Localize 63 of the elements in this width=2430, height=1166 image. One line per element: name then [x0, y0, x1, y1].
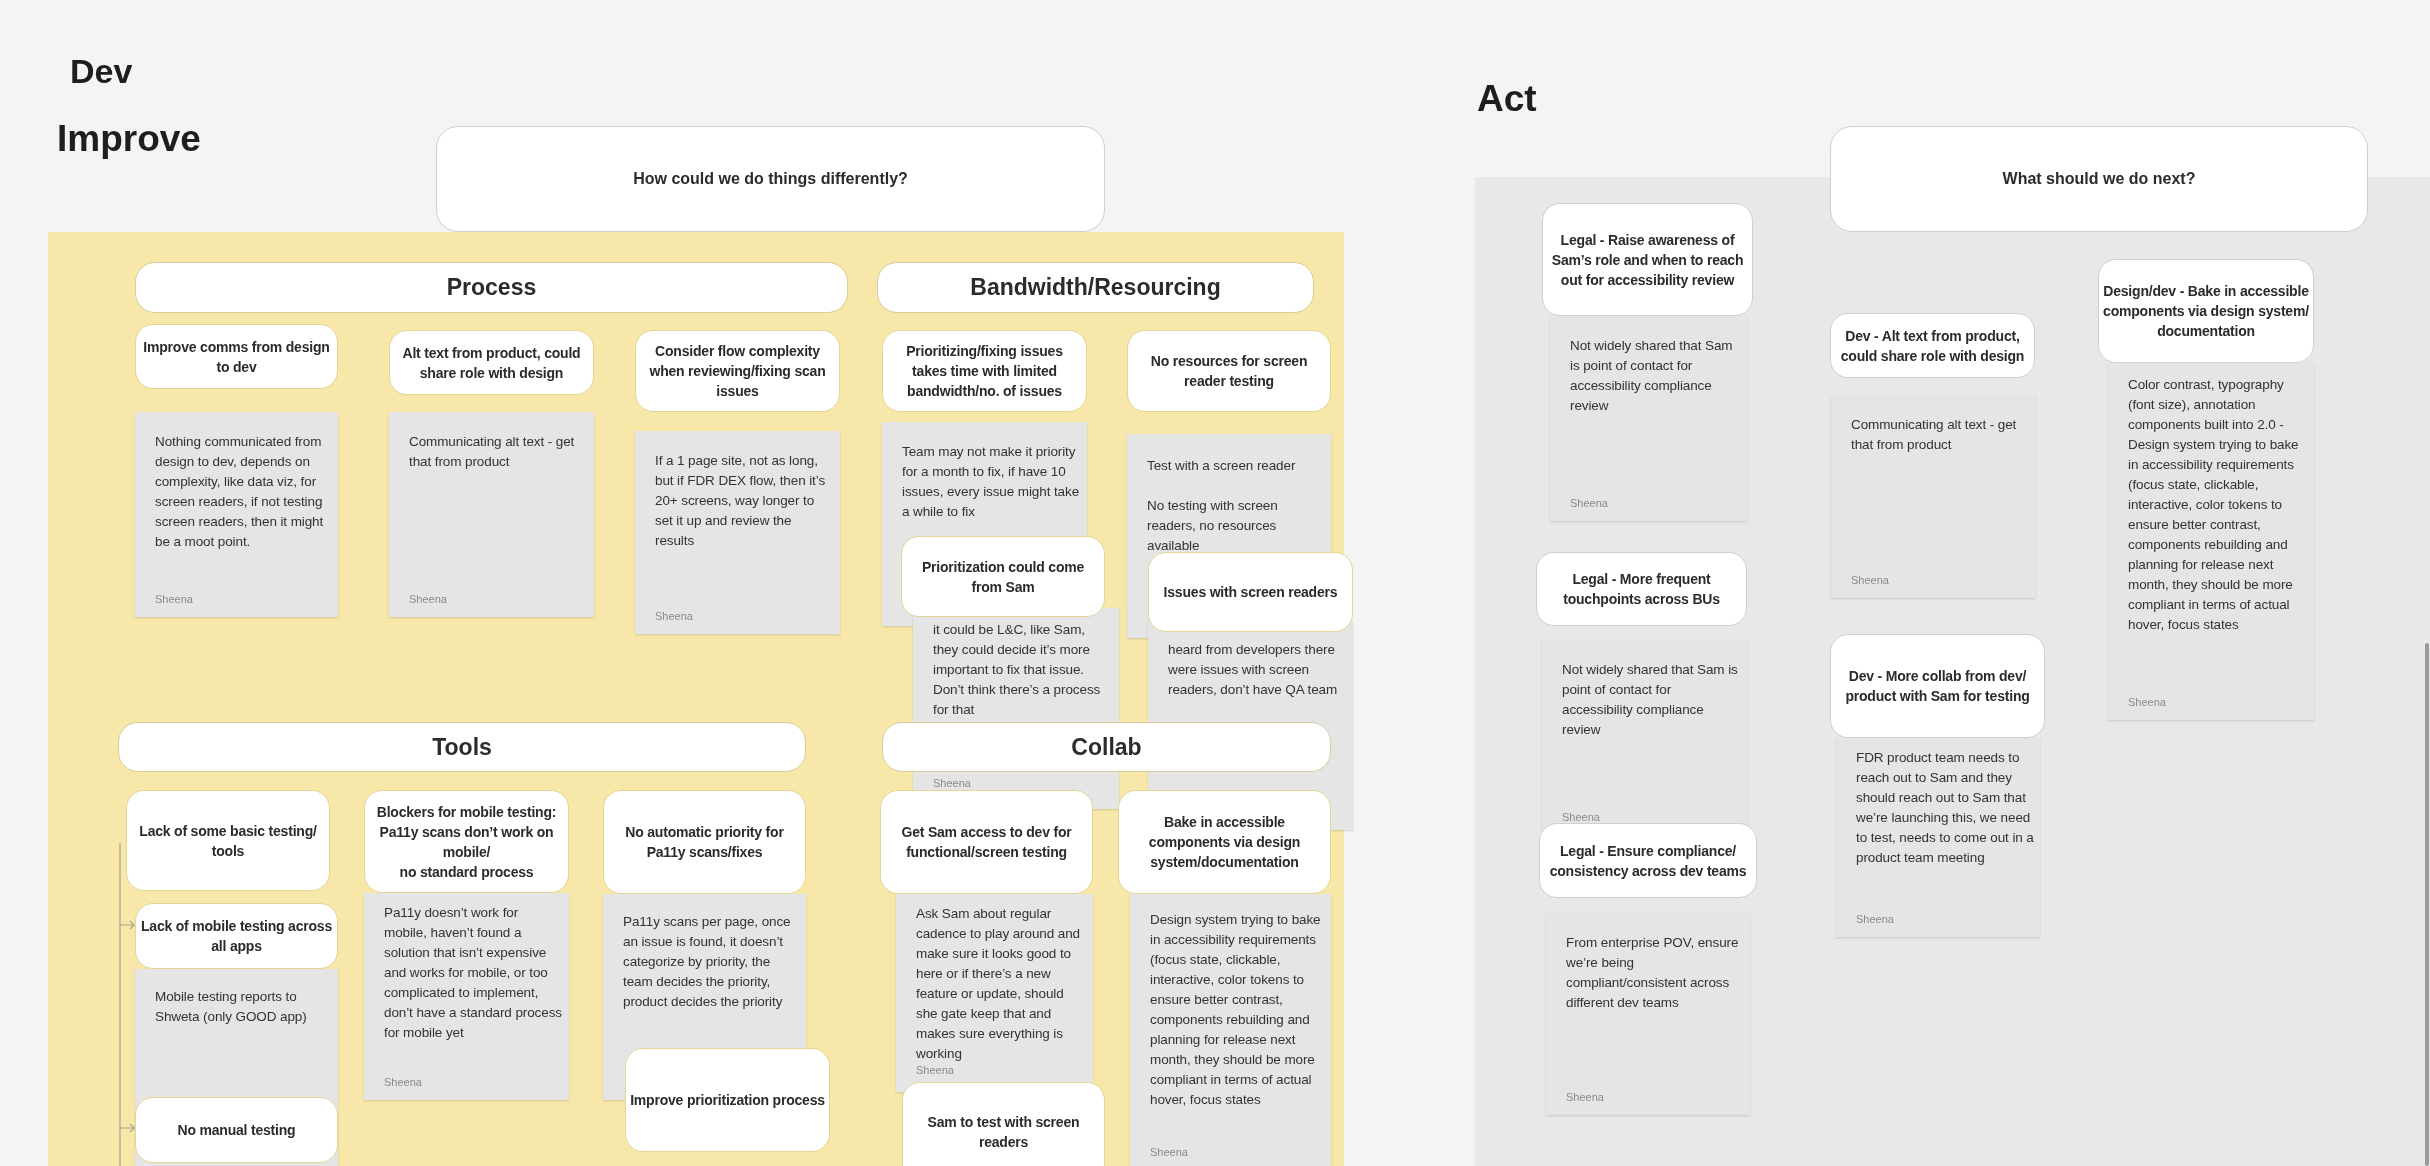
note-author: Sheena	[1562, 811, 1601, 823]
group-header: Tools	[118, 722, 806, 772]
note-text: Color contrast, typography (font size), annotation components built into 2.0 - Design system trying to bake in accessibility requirements (focus state, clickable, interactive, color tokens to ensure better contrast, components rebuilding and planning for release next month, they should be more compliant in terms of actual hover, focus states	[2128, 376, 2300, 634]
note-text: Communicating alt text - get that from product	[1851, 416, 2018, 454]
topic-card: Blockers for mobile testing: Pa11y scans don’t work on mobile/ no standard process	[364, 790, 569, 893]
question-card: What should we do next?	[1830, 126, 2368, 232]
note-text: FDR product team needs to reach out to Sam and they should reach out to Sam that we’re launching this, we need to test, needs to come out in a product team meeting	[1856, 749, 2034, 867]
note-author: Sheena	[2128, 696, 2167, 708]
topic-card: Sam to test with screen readers	[902, 1082, 1105, 1166]
note-author: Sheena	[155, 593, 194, 605]
note-text: Pa11y scans per page, once an issue is found, it doesn’t categorize by priority, the team decides the priority, product decides the priority	[623, 913, 792, 1011]
topic-card: No resources for screen reader testing	[1127, 330, 1331, 412]
topic-card: Legal - Raise awareness of Sam’s role and when to reach out for accessibility review	[1542, 203, 1753, 316]
section-title: Improve	[57, 118, 201, 160]
topic-card: Dev - More collab from dev/ product with Sam for testing	[1830, 634, 2045, 738]
note-author: Sheena	[1856, 913, 1895, 925]
note-text: Test with a screen reader No testing with screen readers, no resources available	[1147, 457, 1297, 555]
topic-card: Dev - Alt text from product, could share role with design	[1830, 313, 2035, 378]
note-text: Ask Sam about regular cadence to play around and make sure it looks good to here or if there’s a new feature or update, should she gate keep that and makes sure everything is working	[916, 905, 1082, 1063]
topic-card: Legal - Ensure compliance/ consistency across dev teams	[1539, 823, 1757, 898]
note-author: Sheena	[384, 1076, 423, 1088]
note-text: Not widely shared that Sam is point of contact for accessibility compliance review	[1570, 337, 1734, 415]
topic-card: Consider flow complexity when reviewing/fixing scan issues	[635, 330, 840, 412]
question-card: How could we do things differently?	[436, 126, 1105, 232]
note-text: Pa11y doesn’t work for mobile, haven’t found a solution that isn’t expensive and works for mobile, or too complicated to implement, don’t have a standard process for mobile yet	[384, 904, 563, 1042]
topic-card: No manual testing	[135, 1097, 338, 1163]
note-text: Mobile testing reports to Shweta (only GOOD app)	[155, 988, 308, 1026]
topic-card: Prioritization could come from Sam	[901, 536, 1105, 617]
note-author: Sheena	[655, 610, 694, 622]
note-author: Sheena	[409, 593, 448, 605]
topic-card: Alt text from product, could share role with design	[389, 330, 594, 395]
topic-card: Legal - More frequent touchpoints across BUs	[1536, 552, 1747, 626]
note-text: it could be L&C, like Sam, they could decide it’s more important to fix that issue. Don’t think there’s a process for that	[933, 621, 1102, 719]
topic-card: Lack of mobile testing across all apps	[135, 903, 338, 969]
note-author: Sheena	[933, 777, 972, 789]
note-author: Sheena	[1150, 1146, 1189, 1158]
note-text: heard from developers there were issues with screen readers, don’t have QA team	[1168, 641, 1339, 699]
group-header: Process	[135, 262, 848, 313]
note-text: From enterprise POV, ensure we’re being compliant/consistent across different dev teams	[1566, 934, 1740, 1012]
note-author: Sheena	[1851, 574, 1890, 586]
group-header: Bandwidth/Resourcing	[877, 262, 1314, 313]
note-text: If a 1 page site, not as long, but if FDR DEX flow, then it’s 20+ screens, way longer to set it up and review the results	[655, 452, 827, 550]
topic-card: No automatic priority for Pa11y scans/fixes	[603, 790, 806, 894]
topic-card: Bake in accessible components via design system/documentation	[1118, 790, 1331, 894]
scrollbar[interactable]	[2425, 643, 2429, 1166]
topic-card: Get Sam access to dev for functional/screen testing	[880, 790, 1093, 894]
note-author: Sheena	[916, 1064, 955, 1076]
note-author: Sheena	[1566, 1091, 1605, 1103]
note-text: Communicating alt text - get that from product	[409, 433, 576, 471]
topic-card: Improve comms from design to dev	[135, 324, 338, 389]
topic-card: Issues with screen readers	[1148, 552, 1353, 632]
topic-card: Lack of some basic testing/ tools	[126, 790, 330, 891]
note-text: Design system trying to bake in accessibility requirements (focus state, clickable, interactive, color tokens to ensure better contrast, components rebuilding and planning for release next month, they should be more compliant in terms of actual hover, focus states	[1150, 911, 1322, 1109]
board-title: Dev	[70, 52, 133, 91]
topic-card: Prioritizing/fixing issues takes time with limited bandwidth/no. of issues	[882, 330, 1087, 412]
note-text: Not widely shared that Sam is point of contact for accessibility compliance review	[1562, 661, 1739, 739]
topic-card: Improve prioritization process	[625, 1048, 830, 1152]
section-title: Act	[1477, 78, 1537, 120]
note-author: Sheena	[1570, 497, 1609, 509]
topic-card: Design/dev - Bake in accessible components via design system/ documentation	[2098, 259, 2314, 363]
note-text: Team may not make it priority for a month to fix, if have 10 issues, every issue might take a while to fix	[902, 443, 1081, 521]
note-text: Nothing communicated from design to dev, depends on complexity, like data viz, for screen readers, if not testing screen readers, then it might be a moot point.	[155, 433, 325, 551]
group-header: Collab	[882, 722, 1331, 772]
